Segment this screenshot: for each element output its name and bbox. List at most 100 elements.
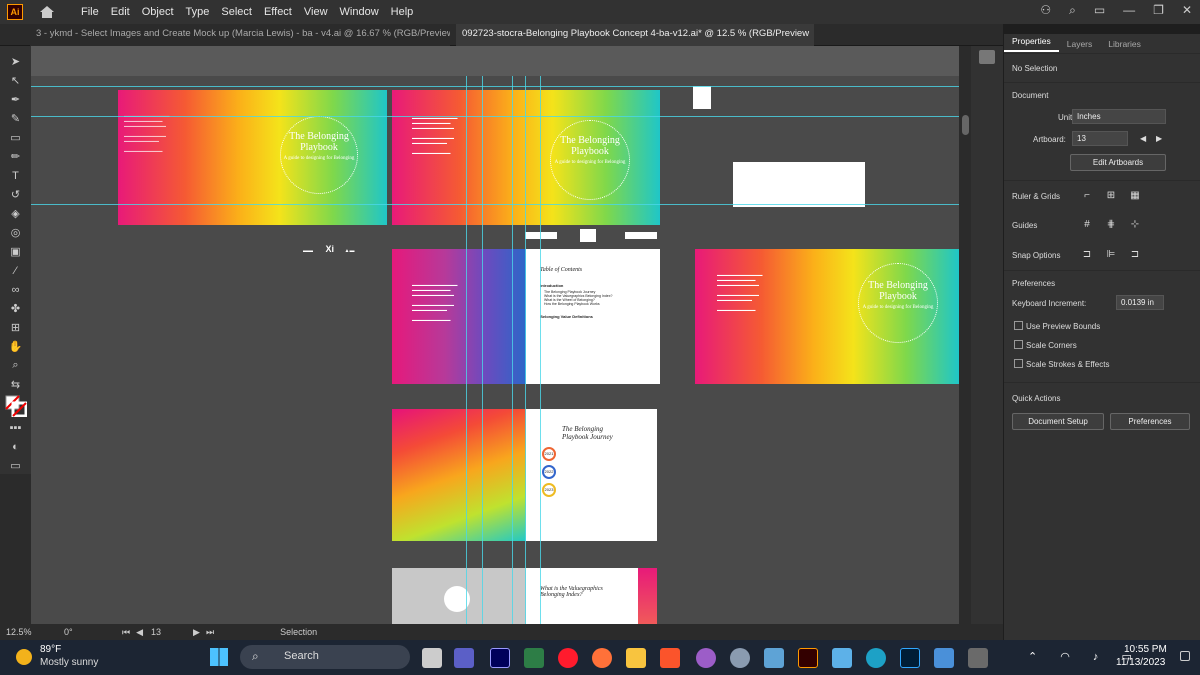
artboard-tool-icon[interactable]: ⊞ (0, 318, 31, 337)
premiere-icon[interactable] (490, 648, 510, 668)
artboard-next-icon[interactable]: ▶ (1156, 134, 1162, 143)
canvas[interactable]: ▬▬▬▬▬▬▬▬▬▬▬ ▬▬▬▬▬▬▬▬▬▬▬▬ ▬▬▬▬▬▬▬▬▬▬▬▬ ▬▬▬▬▬… (31, 46, 959, 624)
units-select[interactable]: Inches (1072, 109, 1166, 124)
edge-icon[interactable] (866, 648, 886, 668)
tab-document-1[interactable]: 3 - ykmd - Select Images and Create Mock… (30, 24, 450, 46)
rotate-angle[interactable]: 0° (64, 627, 114, 637)
windows-start-icon[interactable] (210, 648, 228, 666)
weather-temp[interactable]: 89°F (40, 644, 61, 655)
notification-icon[interactable] (1180, 651, 1190, 661)
screen-mode-icon[interactable]: ▭ (0, 456, 31, 475)
tab-libraries[interactable]: Libraries (1100, 39, 1149, 49)
clock-time[interactable]: 10:55 PM (1124, 644, 1167, 655)
zoom-tool-icon[interactable]: ⌕ (0, 356, 31, 375)
photoshop-icon[interactable] (900, 648, 920, 668)
menu-effect[interactable]: Effect (258, 6, 298, 18)
menu-view[interactable]: View (298, 6, 334, 18)
artboard-journey[interactable]: The Belonging Playbook Journey 2021 2022… (526, 409, 657, 541)
firefox-icon[interactable] (592, 648, 612, 668)
ruler-icon[interactable]: ⌐ (1080, 190, 1094, 204)
menu-type[interactable]: Type (180, 6, 216, 18)
use-preview-bounds-checkbox[interactable] (1014, 321, 1023, 330)
smart-guides-icon[interactable]: ⊹ (1128, 219, 1142, 233)
tab-layers[interactable]: Layers (1059, 39, 1101, 49)
restore-icon[interactable]: ❐ (1153, 3, 1164, 18)
gradient-tool-icon[interactable]: ▣ (0, 242, 31, 261)
curvature-tool-icon[interactable]: ✎ (0, 109, 31, 128)
guide-horizontal[interactable] (31, 86, 959, 87)
blend-tool-icon[interactable]: ∞ (0, 280, 31, 299)
snap-pixel-icon[interactable]: ⊐ (1128, 249, 1142, 263)
pen-tool-icon[interactable]: ✒ (0, 90, 31, 109)
menu-select[interactable]: Select (215, 6, 258, 18)
fill-stroke-icon[interactable] (0, 394, 31, 418)
swap-colors-icon[interactable]: ⇆ (0, 375, 31, 394)
warp-tool-icon[interactable]: ◎ (0, 223, 31, 242)
menu-window[interactable]: Window (334, 6, 385, 18)
artboard-nav-last-icon[interactable]: ⏭ (206, 627, 214, 638)
home-icon[interactable] (39, 5, 55, 19)
tab-document-2[interactable]: 092723-stocra-Belonging Playbook Concept… (456, 24, 814, 46)
comments-icon[interactable] (979, 50, 995, 64)
lock-guides-icon[interactable]: ⋕ (1104, 219, 1118, 233)
guide-horizontal[interactable] (31, 116, 959, 117)
symbol-sprayer-icon[interactable]: ✤ (0, 299, 31, 318)
clock-date[interactable]: 11/13/2023 (1116, 657, 1165, 668)
task-view-icon[interactable] (422, 648, 442, 668)
edit-artboards-button[interactable]: Edit Artboards (1070, 154, 1166, 171)
teams-icon[interactable] (454, 648, 474, 668)
small-white-artboard[interactable] (693, 86, 711, 109)
guide-vertical[interactable] (482, 76, 483, 624)
menu-file[interactable]: File (75, 6, 105, 18)
guide-horizontal[interactable] (31, 204, 959, 205)
share-icon[interactable]: ⚇ (1040, 3, 1051, 18)
file-explorer-icon[interactable] (626, 648, 646, 668)
artboard-intro-left[interactable]: ▬▬▬▬▬▬▬▬▬▬▬▬▬ ▬▬▬▬▬▬▬▬▬▬▬ ▬▬▬▬▬▬▬▬▬▬▬▬ ▬▬▬▬… (392, 249, 526, 384)
app-icon-2[interactable] (696, 648, 716, 668)
eraser-tool-icon[interactable]: ◈ (0, 204, 31, 223)
white-artboard[interactable] (733, 162, 865, 207)
menu-object[interactable]: Object (136, 6, 180, 18)
artboard-select[interactable]: 13 (1072, 131, 1128, 146)
rectangle-tool-icon[interactable]: ▭ (0, 128, 31, 147)
guide-vertical[interactable] (512, 76, 513, 624)
taskbar-search[interactable]: ⌕ Search (240, 645, 410, 669)
artboard-nav-first-icon[interactable]: ⏮ (122, 627, 130, 638)
scroll-thumb[interactable] (962, 115, 969, 135)
snap-point-icon[interactable]: ⊐ (1080, 249, 1094, 263)
color-mode-icon[interactable]: ▪▪▪ (0, 418, 31, 437)
scale-corners-checkbox[interactable] (1014, 340, 1023, 349)
show-guides-icon[interactable]: # (1080, 219, 1094, 233)
close-icon[interactable]: ✕ (1182, 3, 1192, 18)
menu-help[interactable]: Help (385, 6, 420, 18)
type-tool-icon[interactable]: T (0, 166, 31, 185)
opera-icon[interactable] (558, 648, 578, 668)
draw-mode-icon[interactable]: ◐ (0, 437, 31, 456)
artboard-index-left[interactable] (392, 568, 526, 624)
workspace-icon[interactable]: ▭ (1094, 3, 1105, 18)
zoom-level[interactable]: 12.5% (6, 627, 56, 637)
artboard-number[interactable]: 13 (151, 627, 181, 637)
notepad-icon[interactable] (832, 648, 852, 668)
artboard-cover-third[interactable]: ▬▬▬▬▬▬▬▬▬▬▬▬▬ ▬▬▬▬▬▬▬▬▬▬▬ ▬▬▬▬▬▬▬▬▬▬▬▬ ▬▬▬▬… (695, 249, 959, 384)
scale-strokes-checkbox[interactable] (1014, 359, 1023, 368)
guide-vertical[interactable] (466, 76, 467, 624)
eyedropper-tool-icon[interactable]: ⁄ (0, 261, 31, 280)
grid-icon[interactable]: ⊞ (1104, 190, 1118, 204)
snipping-icon[interactable] (968, 648, 988, 668)
paintbrush-tool-icon[interactable]: ✏ (0, 147, 31, 166)
minimize-icon[interactable]: — (1123, 3, 1135, 18)
menu-edit[interactable]: Edit (105, 6, 136, 18)
rotate-tool-icon[interactable]: ↺ (0, 185, 31, 204)
artboard-nav-next-icon[interactable]: ▶ (193, 627, 200, 638)
artboard-toc[interactable]: Table of Contents Introduction The Belon… (526, 249, 660, 384)
guide-vertical[interactable] (525, 76, 526, 624)
artboard-journey-left[interactable] (392, 409, 526, 541)
guide-vertical[interactable] (540, 76, 541, 624)
preferences-button[interactable]: Preferences (1110, 413, 1190, 430)
weather-icon[interactable] (16, 649, 32, 665)
document-setup-button[interactable]: Document Setup (1012, 413, 1104, 430)
keyboard-increment-input[interactable]: 0.0139 in (1116, 295, 1164, 310)
brave-icon[interactable] (660, 648, 680, 668)
weather-desc[interactable]: Mostly sunny (40, 657, 98, 668)
